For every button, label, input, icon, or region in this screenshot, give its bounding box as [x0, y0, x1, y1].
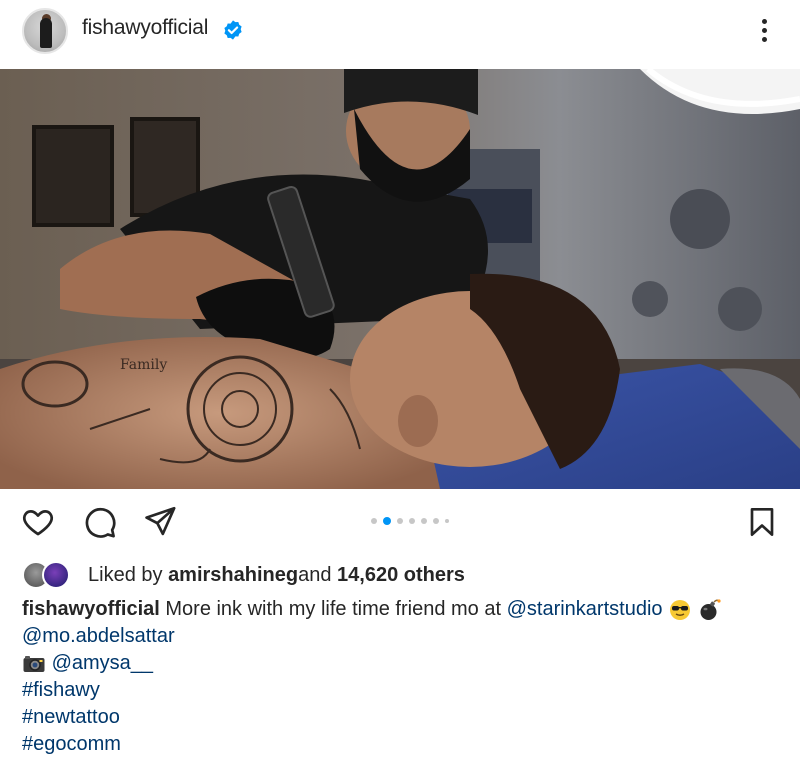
bookmark-icon[interactable] [746, 505, 778, 539]
sunglasses-emoji-icon [670, 599, 691, 620]
caption-text: More ink with my life time friend mo at [159, 598, 507, 620]
carousel-dot [371, 518, 377, 524]
hashtag-link[interactable]: #newtattoo [22, 706, 120, 728]
likes-summary[interactable]: Liked by amirshahineg and 14,620 others [22, 560, 465, 590]
more-options-icon[interactable] [752, 12, 776, 48]
liker-avatars [22, 560, 74, 590]
carousel-dot-active [383, 517, 391, 525]
camera-emoji-icon [23, 655, 45, 672]
carousel-dot [409, 518, 415, 524]
hashtag-link[interactable]: #egocomm [22, 733, 121, 755]
caption-line: @amysa__ [22, 650, 782, 677]
mention-link[interactable]: @mo.abdelsattar [22, 625, 175, 647]
tattoo-session-photo: Family [0, 69, 800, 489]
likes-middle: and [298, 563, 332, 586]
post-username[interactable]: fishawyofficial [82, 16, 208, 40]
send-icon[interactable] [142, 504, 178, 538]
comment-icon[interactable] [82, 505, 118, 539]
heart-icon[interactable] [20, 505, 56, 539]
post-header: fishawyofficial [0, 0, 800, 66]
caption-line: fishawyofficial More ink with my life ti… [22, 596, 782, 623]
liker-avatar [42, 561, 70, 589]
post-image[interactable]: Family [0, 69, 800, 489]
profile-avatar[interactable] [22, 8, 68, 54]
carousel-dot [421, 518, 427, 524]
svg-text:Family: Family [120, 357, 167, 373]
likes-user[interactable]: amirshahineg [168, 564, 298, 587]
caption-username[interactable]: fishawyofficial [22, 598, 160, 620]
caption-line: #egocomm [22, 731, 782, 758]
mention-link[interactable]: @amysa__ [52, 652, 153, 674]
bomb-emoji-icon [700, 599, 721, 620]
caption-line: #newtattoo [22, 704, 782, 731]
hashtag-link[interactable]: #fishawy [22, 679, 100, 701]
post-caption: fishawyofficial More ink with my life ti… [22, 596, 782, 758]
caption-line: @mo.abdelsattar [22, 623, 782, 650]
mention-link[interactable]: @starinkartstudio [507, 598, 663, 620]
carousel-dot [433, 518, 439, 524]
carousel-dot [445, 519, 449, 523]
likes-count[interactable]: 14,620 others [337, 564, 465, 587]
carousel-dot [397, 518, 403, 524]
verified-badge-icon [224, 20, 242, 40]
carousel-indicator [371, 517, 449, 525]
likes-prefix: Liked by [88, 563, 163, 586]
caption-line: #fishawy [22, 677, 782, 704]
avatar-figure-body [40, 18, 52, 48]
